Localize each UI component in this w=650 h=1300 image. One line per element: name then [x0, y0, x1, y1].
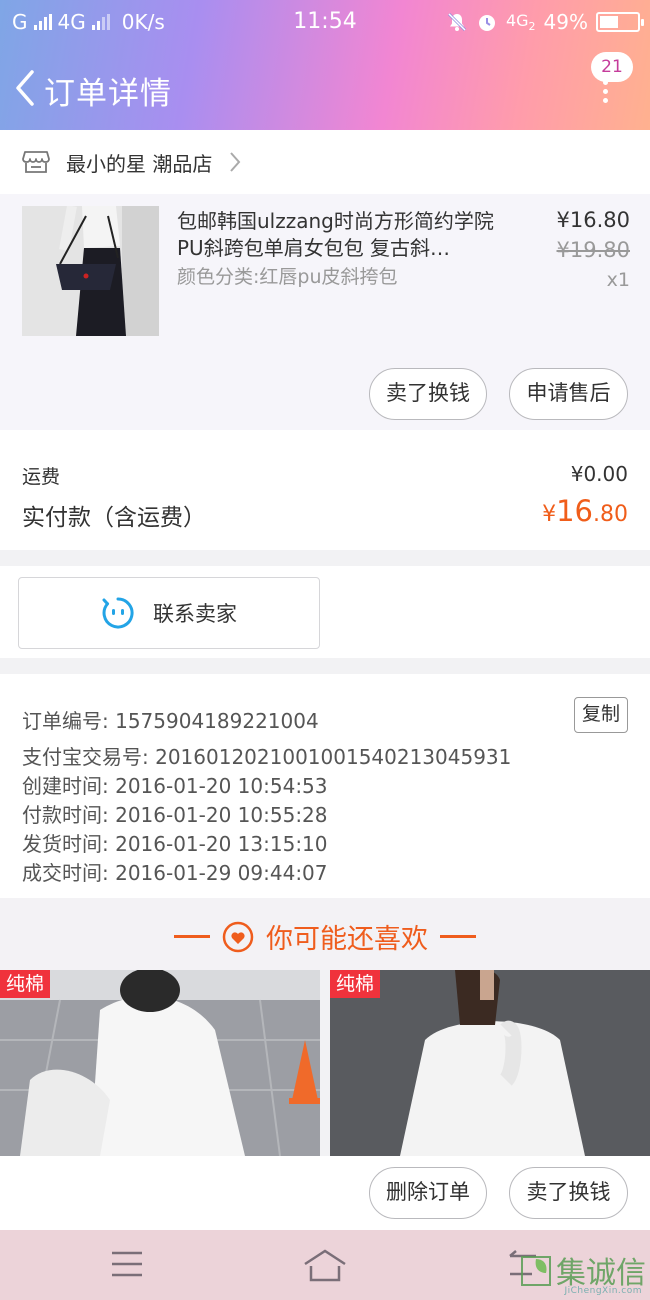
navigation-bar: 订单详情 21	[0, 44, 650, 130]
created-time: 创建时间: 2016-01-20 10:54:53	[22, 774, 328, 798]
paid-currency: ¥	[542, 502, 557, 527]
page-title: 订单详情	[44, 76, 172, 112]
watermark-leaf-icon	[521, 1256, 551, 1286]
cotton-tag: 纯棉	[0, 970, 51, 998]
product-sku: 颜色分类:红唇pu皮斜挎包	[177, 266, 398, 288]
message-count-badge[interactable]: 21	[591, 52, 633, 82]
delete-order-button[interactable]: 删除订单	[369, 1167, 487, 1219]
battery-percent: 49%	[543, 10, 588, 34]
fee-summary: 运费 ¥0.00 实付款（含运费） ¥16.80	[0, 430, 650, 550]
order-actions: 删除订单 卖了换钱	[0, 1156, 650, 1230]
shop-row[interactable]: 最小的星 潮品店	[0, 130, 650, 194]
order-info: 订单编号: 1575904189221004 复制 支付宝交易号: 201601…	[0, 674, 650, 898]
paid-time: 付款时间: 2016-01-20 10:55:28	[22, 803, 328, 827]
battery-icon	[596, 12, 644, 32]
recommend-title: 你可能还喜欢	[266, 924, 428, 955]
watermark-logo: 集诚信 JiChengXin.com	[520, 1248, 646, 1296]
paid-amount-value: ¥16.80	[542, 494, 628, 528]
watermark-en: JiChengXin.com	[564, 1286, 642, 1296]
product-price: ¥16.80	[556, 208, 630, 232]
contact-seller-label: 联系卖家	[153, 602, 237, 626]
chevron-right-icon	[230, 152, 241, 172]
recommend-header: 你可能还喜欢	[0, 898, 650, 970]
apply-after-sales-button[interactable]: 申请售后	[509, 368, 628, 420]
mute-bell-icon	[447, 12, 467, 32]
heart-circle-icon	[222, 921, 254, 952]
shipping-label: 运费	[22, 466, 61, 488]
right-dash-decoration	[440, 935, 476, 938]
product-original-price: ¥19.80	[556, 238, 630, 262]
contact-seller-button[interactable]: 联系卖家	[18, 577, 320, 649]
order-number: 订单编号: 1575904189221004	[22, 709, 319, 733]
shipping-value: ¥0.00	[570, 462, 628, 486]
shop-name: 最小的星 潮品店	[66, 151, 213, 176]
home-icon[interactable]	[302, 1248, 348, 1282]
status-bar: G 4G 0K/s 11:54 4G2 49%	[0, 0, 650, 44]
menu-icon[interactable]	[110, 1250, 144, 1278]
paid-integer: 16	[556, 494, 593, 528]
paid-amount-label: 实付款（含运费）	[22, 505, 206, 531]
shipped-time: 发货时间: 2016-01-20 13:15:10	[22, 832, 328, 856]
product-quantity: x1	[606, 269, 630, 291]
sell-for-cash-button-bottom[interactable]: 卖了换钱	[509, 1167, 628, 1219]
network-type: 4G2	[505, 10, 536, 34]
product-thumbnail[interactable]	[22, 206, 159, 336]
alipay-transaction-number: 支付宝交易号: 2016012021001001540213045931	[22, 745, 512, 769]
more-menu-icon[interactable]	[603, 80, 609, 104]
recommend-item[interactable]: 纯棉	[0, 970, 320, 1156]
recommend-item[interactable]: 纯棉	[330, 970, 650, 1156]
paid-decimal: .80	[593, 502, 628, 527]
cotton-tag: 纯棉	[330, 970, 381, 998]
product-photo	[22, 206, 159, 336]
copy-button[interactable]: 复制	[574, 697, 628, 733]
completed-time: 成交时间: 2016-01-29 09:44:07	[22, 861, 328, 885]
product-item[interactable]: 包邮韩国ulzzang时尚方形简约学院PU斜跨包单肩女包包 复古斜… 颜色分类:…	[0, 194, 650, 430]
store-icon	[22, 151, 50, 173]
back-arrow-icon[interactable]	[12, 68, 40, 108]
alarm-icon	[478, 15, 495, 31]
left-dash-decoration	[174, 935, 210, 938]
chat-face-icon	[102, 597, 134, 629]
product-title[interactable]: 包邮韩国ulzzang时尚方形简约学院PU斜跨包单肩女包包 复古斜…	[177, 208, 499, 262]
contact-section: 联系卖家	[0, 566, 650, 658]
sell-for-cash-button[interactable]: 卖了换钱	[369, 368, 487, 420]
